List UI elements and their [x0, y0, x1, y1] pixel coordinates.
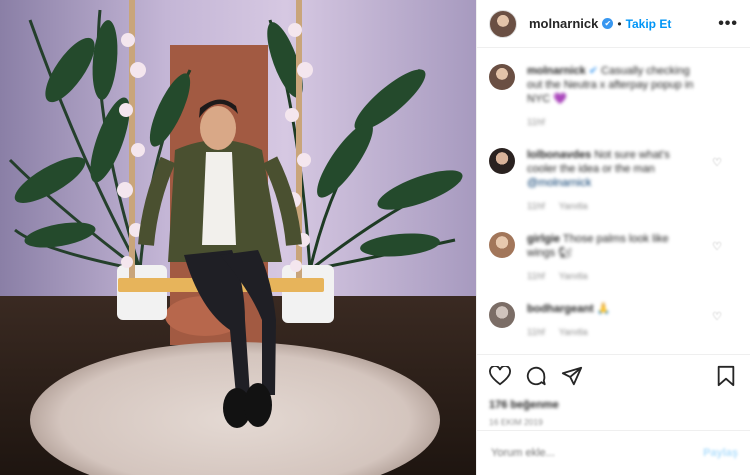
reply-button[interactable]: Yanıtla — [559, 271, 588, 282]
heart-icon[interactable]: ♡ — [712, 240, 722, 253]
photo-illustration — [0, 0, 476, 475]
bookmark-icon[interactable] — [716, 365, 736, 387]
comment-username[interactable]: lolbonavdes — [527, 149, 591, 161]
verified-icon: ✔ — [602, 18, 614, 29]
comment-text: 🙏 — [596, 303, 611, 315]
caption: molnarnick ✔ Casually checking out the N… — [489, 64, 738, 130]
post-actions: 176 beğenme 16 Ekim 2019 — [477, 354, 750, 427]
likes-count[interactable]: 176 beğenme — [489, 399, 738, 411]
heart-icon[interactable] — [489, 366, 511, 386]
action-icons — [489, 363, 738, 389]
comment-time[interactable]: 11hf — [527, 327, 545, 338]
comment-item: girlgie Those palms look like wings 🐿 11… — [489, 232, 738, 284]
share-icon[interactable] — [561, 365, 583, 387]
instagram-post: molnarnick ✔ • Takip Et ••• molnarnick ✔… — [0, 0, 750, 475]
avatar[interactable] — [489, 64, 515, 90]
post-date[interactable]: 16 Ekim 2019 — [489, 417, 738, 427]
avatar[interactable] — [489, 302, 515, 328]
comment-icon[interactable] — [525, 365, 547, 387]
post-photo[interactable] — [0, 0, 476, 475]
post-comment-button[interactable]: Paylaş — [703, 447, 738, 459]
add-comment-bar: Paylaş — [477, 430, 750, 475]
comment-username[interactable]: bodhargeant — [527, 303, 594, 315]
comment-input[interactable] — [489, 446, 704, 460]
author-username[interactable]: molnarnick — [529, 16, 598, 31]
comment-time[interactable]: 11hf — [527, 201, 545, 212]
comment-mention[interactable]: @molnarnick — [527, 177, 591, 189]
heart-icon[interactable]: ♡ — [712, 156, 722, 169]
reply-button[interactable]: Yanıtla — [559, 201, 588, 212]
follow-button[interactable]: Takip Et — [626, 17, 672, 31]
verified-icon: ✔ — [588, 65, 598, 77]
comments-list[interactable]: molnarnick ✔ Casually checking out the N… — [477, 48, 750, 354]
comment-item: bodhargeant 🙏 11hf Yanıtla ♡ — [489, 302, 738, 340]
comment-username[interactable]: girlgie — [527, 233, 560, 245]
heart-icon[interactable]: ♡ — [712, 310, 722, 323]
more-icon[interactable]: ••• — [718, 15, 738, 33]
post-sidebar: molnarnick ✔ • Takip Et ••• molnarnick ✔… — [476, 0, 750, 475]
avatar[interactable] — [489, 232, 515, 258]
author-avatar[interactable] — [489, 9, 517, 38]
avatar[interactable] — [489, 148, 515, 174]
separator-dot: • — [617, 16, 622, 31]
comment-username[interactable]: molnarnick — [527, 65, 586, 77]
post-header: molnarnick ✔ • Takip Et ••• — [477, 0, 750, 48]
reply-button[interactable]: Yanıtla — [559, 327, 588, 338]
comment-time[interactable]: 11hf — [527, 117, 545, 128]
comment-time[interactable]: 11hf — [527, 271, 545, 282]
comment-item: lolbonavdes Not sure what's cooler the i… — [489, 148, 738, 214]
